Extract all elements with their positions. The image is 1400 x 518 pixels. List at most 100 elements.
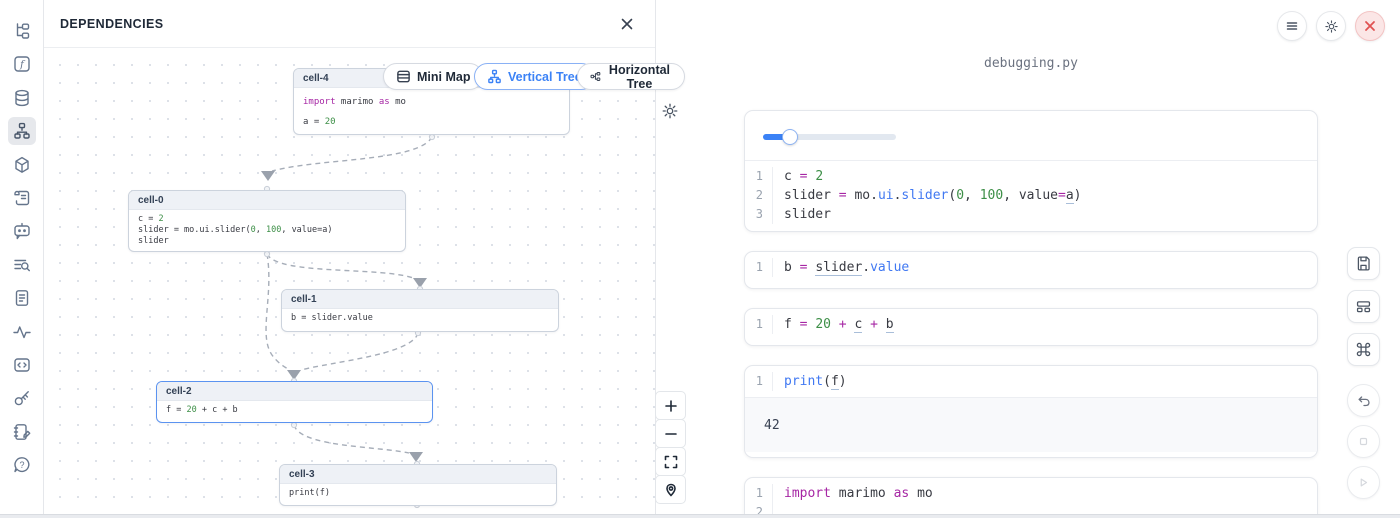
- line-number: 1: [745, 167, 773, 186]
- gear-icon: [661, 102, 679, 120]
- code-editor[interactable]: 1f = 20 + c + b: [745, 309, 1317, 340]
- slider-cell: 1c = 22slider = mo.ui.slider(0, 100, val…: [744, 110, 1318, 232]
- mini-map-icon: [396, 69, 411, 84]
- graph-node-title: cell-0: [129, 191, 405, 210]
- sidebar-item-search-logs[interactable]: [8, 251, 36, 279]
- side-actions: [1347, 247, 1380, 507]
- zoom-out-icon[interactable]: [655, 419, 686, 448]
- sidebar-item-snippets[interactable]: [8, 351, 36, 379]
- edge-cell-0-to-cell-1: [267, 254, 416, 279]
- horizontal-tree-icon: [590, 69, 601, 84]
- sidebar-item-scratchpad[interactable]: [8, 418, 36, 446]
- sidebar-item-logs-scroll[interactable]: [8, 184, 36, 212]
- graph-node-code: b = slider.value: [282, 309, 558, 328]
- graph-node-code: print(f): [280, 484, 556, 503]
- save-icon[interactable]: [1347, 247, 1380, 280]
- settings-gear-icon[interactable]: [1316, 11, 1346, 41]
- center-location-icon[interactable]: [655, 475, 686, 504]
- graph-node-cell-1[interactable]: cell-1b = slider.value: [281, 289, 559, 332]
- help-icon: ?: [12, 455, 32, 475]
- graph-node-cell-0[interactable]: cell-0c = 2slider = mo.ui.slider(0, 100,…: [128, 190, 406, 252]
- variables-icon: f: [12, 54, 32, 74]
- documentation-icon: [12, 288, 32, 308]
- packages-icon: [12, 155, 32, 175]
- run-icon[interactable]: [1347, 466, 1380, 499]
- panel-title: DEPENDENCIES: [60, 17, 163, 31]
- code-editor[interactable]: 1import marimo as mo2: [745, 478, 1317, 518]
- search-logs-icon: [12, 255, 32, 275]
- line-number: 1: [745, 315, 773, 334]
- line-number: 1: [745, 484, 773, 503]
- code-editor[interactable]: 1print(f): [745, 366, 1317, 397]
- node-handle: [291, 422, 296, 427]
- undo-icon[interactable]: [1347, 384, 1380, 417]
- sidebar-item-packages[interactable]: [8, 151, 36, 179]
- notebook-filename: debugging.py: [744, 56, 1318, 71]
- edge-cell-4-to-cell-0: [272, 137, 432, 171]
- print-cell: 1print(f)42: [744, 365, 1318, 458]
- graph-settings-button[interactable]: [659, 101, 681, 123]
- bottom-scrollbar[interactable]: [0, 514, 1400, 518]
- scratchpad-icon: [12, 422, 32, 442]
- fit-view-icon[interactable]: [655, 447, 686, 476]
- datasources-icon: [12, 88, 32, 108]
- line-number: 2: [745, 186, 773, 205]
- file-tree-icon: [12, 21, 32, 41]
- logs-scroll-icon: [12, 188, 32, 208]
- svg-text:f: f: [19, 60, 26, 71]
- sidebar-item-tracing[interactable]: [8, 318, 36, 346]
- line-number: 1: [745, 372, 773, 391]
- dependency-graph-canvas[interactable]: cell-4import marimo as moa = 20cell-0c =…: [45, 48, 655, 515]
- graph-zoom-controls: [655, 392, 686, 504]
- node-handle: [429, 134, 434, 139]
- graph-node-title: cell-3: [280, 465, 556, 484]
- line-number: 3: [745, 205, 773, 224]
- code-editor[interactable]: 1c = 22slider = mo.ui.slider(0, 100, val…: [745, 161, 1317, 230]
- code-editor[interactable]: 1b = slider.value: [745, 252, 1317, 283]
- keyboard-shortcuts-icon[interactable]: [1347, 333, 1380, 366]
- sidebar-item-dependencies[interactable]: [8, 117, 36, 145]
- snippets-icon: [12, 355, 32, 375]
- cell-output: 42: [745, 397, 1317, 452]
- menu-icon[interactable]: [1277, 11, 1307, 41]
- stop-icon[interactable]: [1347, 425, 1380, 458]
- layout-icon[interactable]: [1347, 290, 1380, 323]
- chat-icon: [12, 221, 32, 241]
- graph-node-title: cell-1: [282, 290, 558, 309]
- edge-cell-2-to-cell-3: [294, 425, 409, 453]
- sidebar-item-secrets[interactable]: [8, 384, 36, 412]
- dependencies-panel: DEPENDENCIES cell-4import marimo as moa …: [44, 0, 656, 518]
- shutdown-close-icon[interactable]: [1355, 11, 1385, 41]
- graph-node-cell-3[interactable]: cell-3print(f): [279, 464, 557, 506]
- zoom-in-icon[interactable]: [655, 391, 686, 420]
- dependencies-icon: [12, 121, 32, 141]
- horizontal-tree-button[interactable]: Horizontal Tree: [577, 63, 685, 90]
- slider-handle[interactable]: [782, 129, 798, 145]
- slider-track[interactable]: [763, 134, 896, 140]
- edge-arrowhead: [409, 452, 423, 462]
- graph-node-code: import marimo as moa = 20: [294, 88, 569, 135]
- sidebar-item-datasources[interactable]: [8, 84, 36, 112]
- mini-map-button[interactable]: Mini Map: [383, 63, 483, 90]
- top-actions: [1277, 11, 1385, 41]
- sidebar-item-file-tree[interactable]: [8, 17, 36, 45]
- f-cell: 1f = 20 + c + b: [744, 308, 1318, 346]
- import-cell: 1import marimo as mo2: [744, 477, 1318, 518]
- sidebar-item-chat[interactable]: [8, 217, 36, 245]
- notebook-area: debugging.py 1c = 22slider = mo.ui.slide…: [656, 0, 1400, 518]
- secrets-icon: [12, 388, 32, 408]
- node-handle: [264, 251, 269, 256]
- edge-arrowhead: [261, 171, 275, 181]
- graph-node-cell-2[interactable]: cell-2f = 20 + c + b: [156, 381, 433, 423]
- tracing-icon: [12, 322, 32, 342]
- helper-panel-sidebar: f?: [0, 0, 44, 518]
- line-number: 1: [745, 258, 773, 277]
- graph-node-code: c = 2slider = mo.ui.slider(0, 100, value…: [129, 210, 405, 250]
- sidebar-item-help[interactable]: ?: [8, 451, 36, 479]
- slider-output: [745, 111, 1317, 161]
- graph-node-code: f = 20 + c + b: [157, 401, 432, 420]
- sidebar-item-variables[interactable]: f: [8, 50, 36, 78]
- close-icon[interactable]: [615, 12, 639, 36]
- sidebar-item-documentation[interactable]: [8, 284, 36, 312]
- svg-text:?: ?: [19, 460, 24, 470]
